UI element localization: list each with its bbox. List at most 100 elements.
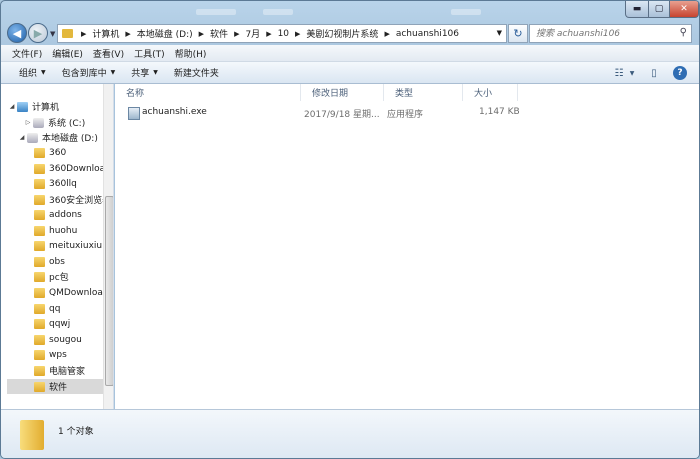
search-icon[interactable]: ⚲ bbox=[680, 27, 687, 38]
minimize-button[interactable]: ▬ bbox=[625, 1, 649, 18]
sidebar-item-folder[interactable]: wps bbox=[24, 347, 67, 362]
item-count: 1 个对象 bbox=[58, 427, 94, 437]
file-name: achuanshi.exe bbox=[142, 107, 207, 117]
sidebar-scrollbar[interactable] bbox=[103, 84, 113, 409]
sidebar-item-drive-d[interactable]: ◢ 本地磁盘 (D:) bbox=[17, 130, 98, 145]
sidebar-item-drive-c[interactable]: ▷ 系统 (C:) bbox=[23, 115, 85, 130]
sidebar-item-folder[interactable]: 360Download bbox=[24, 161, 111, 176]
sidebar-item-label: 360llq bbox=[49, 178, 77, 189]
file-row[interactable]: achuanshi.exe 2017/9/18 星期... 应用程序 1,147… bbox=[121, 103, 520, 121]
sidebar-item-label: 计算机 bbox=[32, 103, 60, 113]
breadcrumb: ▶ 计算机 ▶ 本地磁盘 (D:) ▶ 软件 ▶ 7月 ▶ 10 ▶ 美剧幻视制… bbox=[77, 25, 461, 42]
sidebar-item-folder[interactable]: meituxiuxiu bbox=[24, 238, 102, 253]
view-options-icon[interactable]: ☷ bbox=[613, 66, 625, 80]
breadcrumb-item[interactable]: 软件 bbox=[208, 27, 230, 40]
folder-icon bbox=[34, 381, 45, 392]
file-type: 应用程序 bbox=[387, 110, 424, 120]
scrollbar-thumb[interactable] bbox=[105, 196, 113, 386]
menu-file[interactable]: 文件(F) bbox=[7, 47, 47, 60]
breadcrumb-separator[interactable]: ▶ bbox=[262, 30, 275, 38]
folder-icon bbox=[34, 178, 45, 189]
preview-pane-icon[interactable]: ▯ bbox=[647, 66, 661, 80]
sidebar-item-folder[interactable]: pc包 bbox=[24, 269, 69, 284]
column-label: 大小 bbox=[474, 89, 493, 99]
sidebar-item-folder[interactable]: 电脑管家 bbox=[24, 363, 85, 378]
sidebar-item-label: 360Download bbox=[49, 163, 111, 174]
help-icon[interactable]: ? bbox=[673, 66, 687, 80]
view-options-dropdown[interactable]: ▼ bbox=[628, 66, 636, 80]
sidebar-item-computer[interactable]: ◢ 计算机 bbox=[7, 99, 59, 114]
title-blur bbox=[451, 9, 481, 15]
breadcrumb-separator[interactable]: ▶ bbox=[380, 30, 393, 38]
title-blur bbox=[196, 9, 236, 15]
breadcrumb-separator[interactable]: ▶ bbox=[230, 30, 243, 38]
column-header-name[interactable]: 名称 bbox=[115, 84, 301, 101]
sidebar-item-folder[interactable]: 360 bbox=[24, 145, 66, 160]
folder-icon bbox=[34, 349, 45, 360]
sidebar-item-folder[interactable]: obs bbox=[24, 254, 65, 269]
menu-help[interactable]: 帮助(H) bbox=[170, 47, 212, 60]
breadcrumb-item[interactable]: 10 bbox=[276, 29, 291, 39]
address-dropdown-button[interactable]: ▼ bbox=[497, 29, 502, 37]
sidebar-item-label: 系统 (C:) bbox=[48, 119, 86, 129]
column-header-date[interactable]: 修改日期 bbox=[301, 84, 384, 101]
include-in-library-button[interactable]: 包含到库中 ▼ bbox=[54, 66, 124, 79]
folder-icon bbox=[34, 365, 45, 376]
search-input[interactable] bbox=[530, 25, 675, 42]
folder-icon bbox=[34, 194, 45, 205]
column-label: 名称 bbox=[126, 89, 145, 99]
column-label: 类型 bbox=[395, 89, 414, 99]
breadcrumb-separator[interactable]: ▶ bbox=[195, 30, 208, 38]
title-bar: ▬ ▢ ✕ bbox=[1, 1, 699, 21]
file-date: 2017/9/18 星期... bbox=[304, 110, 380, 120]
folder-icon bbox=[34, 209, 45, 220]
folder-icon bbox=[20, 420, 44, 450]
sidebar-item-label: addons bbox=[49, 209, 82, 220]
recent-pages-dropdown[interactable]: ▼ bbox=[50, 30, 55, 38]
title-blur bbox=[263, 9, 293, 15]
forward-button[interactable]: ▶ bbox=[28, 23, 48, 43]
organize-button[interactable]: 组织 ▼ bbox=[11, 66, 54, 79]
menu-view[interactable]: 查看(V) bbox=[88, 47, 129, 60]
sidebar-item-label: huohu bbox=[49, 225, 78, 236]
menu-edit[interactable]: 编辑(E) bbox=[47, 47, 88, 60]
menu-tools[interactable]: 工具(T) bbox=[129, 47, 170, 60]
breadcrumb-separator[interactable]: ▶ bbox=[121, 30, 134, 38]
back-button[interactable]: ◀ bbox=[7, 23, 27, 43]
breadcrumb-item[interactable]: 美剧幻视制片系统 bbox=[304, 27, 380, 40]
folder-icon bbox=[62, 29, 73, 38]
chevron-right-icon[interactable]: ▷ bbox=[23, 119, 33, 126]
breadcrumb-item[interactable]: 计算机 bbox=[90, 27, 121, 40]
sidebar-item-folder[interactable]: 360安全浏览器 bbox=[24, 192, 111, 207]
drive-icon bbox=[27, 132, 38, 143]
breadcrumb-item[interactable]: 7月 bbox=[243, 27, 262, 40]
chevron-down-icon[interactable]: ◢ bbox=[17, 134, 27, 141]
folder-icon bbox=[34, 225, 45, 236]
sidebar-item-folder[interactable]: qqwj bbox=[24, 316, 70, 331]
breadcrumb-separator[interactable]: ▶ bbox=[77, 30, 90, 38]
sidebar-item-folder[interactable]: sougou bbox=[24, 332, 82, 347]
sidebar-item-folder[interactable]: 360llq bbox=[24, 176, 77, 191]
sidebar-item-folder[interactable]: QMDownload bbox=[24, 285, 109, 300]
refresh-button[interactable]: ↻ bbox=[508, 24, 528, 43]
sidebar-item-folder-selected[interactable]: 软件 bbox=[7, 379, 103, 394]
chevron-down-icon[interactable]: ◢ bbox=[7, 103, 17, 110]
column-header-type[interactable]: 类型 bbox=[384, 84, 463, 101]
sidebar-item-folder[interactable]: addons bbox=[24, 207, 82, 222]
breadcrumb-separator[interactable]: ▶ bbox=[291, 30, 304, 38]
maximize-button[interactable]: ▢ bbox=[648, 1, 670, 18]
folder-icon bbox=[34, 240, 45, 251]
column-header-size[interactable]: 大小 bbox=[463, 84, 518, 101]
sidebar-item-folder[interactable]: qq bbox=[24, 301, 60, 316]
close-button[interactable]: ✕ bbox=[669, 1, 699, 18]
breadcrumb-item[interactable]: 本地磁盘 (D:) bbox=[135, 27, 195, 40]
menu-bar: 文件(F) 编辑(E) 查看(V) 工具(T) 帮助(H) bbox=[1, 45, 699, 62]
breadcrumb-item[interactable]: achuanshi106 bbox=[394, 29, 461, 39]
folder-icon bbox=[34, 163, 45, 174]
sidebar-item-label: qqwj bbox=[49, 318, 71, 329]
new-folder-button[interactable]: 新建文件夹 bbox=[166, 66, 227, 79]
sidebar-item-folder[interactable]: huohu bbox=[24, 223, 77, 238]
share-button[interactable]: 共享 ▼ bbox=[123, 66, 166, 79]
folder-icon bbox=[34, 318, 45, 329]
address-bar[interactable]: ▶ 计算机 ▶ 本地磁盘 (D:) ▶ 软件 ▶ 7月 ▶ 10 ▶ 美剧幻视制… bbox=[57, 24, 507, 43]
